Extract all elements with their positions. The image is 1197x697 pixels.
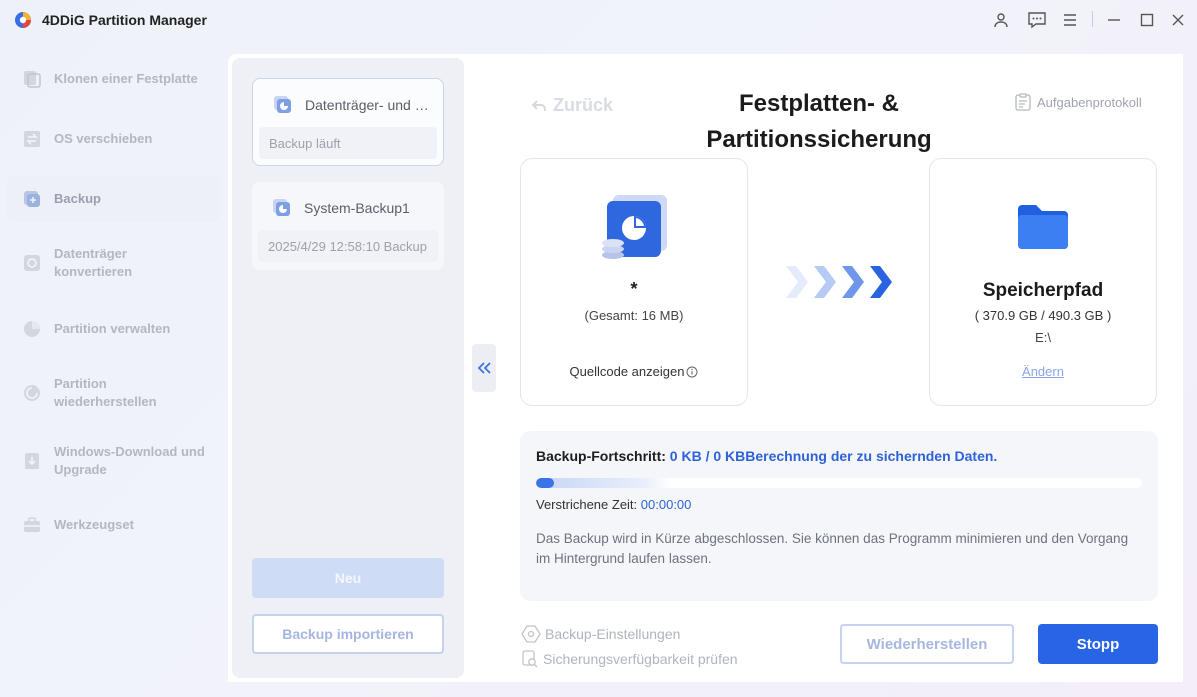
- elapsed-label: Verstrichene Zeit:: [536, 497, 638, 512]
- menu-icon[interactable]: [1060, 10, 1080, 30]
- progress-bar: [536, 478, 1142, 488]
- folder-icon: [1018, 205, 1068, 249]
- minimize-icon[interactable]: [1104, 10, 1124, 30]
- check-document-icon: [522, 650, 538, 668]
- nav-item-migrate-os[interactable]: OS verschieben: [6, 118, 220, 160]
- nav-item-clone-disk[interactable]: Klonen einer Festplatte: [6, 58, 220, 100]
- pie-icon: [24, 321, 40, 337]
- task-log-link[interactable]: Aufgabenprotokoll: [1014, 93, 1142, 111]
- disk-partition-icon: [602, 195, 667, 259]
- check-availability-link[interactable]: Sicherungsverfügbarkeit prüfen: [521, 650, 738, 668]
- nav-item-toolbox[interactable]: Werkzeugset: [6, 504, 220, 546]
- stop-button[interactable]: Stopp: [1038, 624, 1158, 664]
- source-card: * (Gesamt: 16 MB) Quellcode anzeigen: [520, 158, 748, 406]
- back-label: Zurück: [553, 95, 614, 115]
- titlebar-divider: [1092, 11, 1093, 27]
- windows-download-icon: [25, 453, 39, 469]
- backup-task-icon: [274, 96, 291, 113]
- backup-icon: [24, 191, 40, 207]
- progress-label: Backup-Fortschritt:: [536, 448, 666, 464]
- task-status: 2025/4/29 12:58:10 Backup: [258, 230, 438, 262]
- source-name: *: [630, 279, 638, 299]
- progress-bar-fill: [536, 478, 554, 488]
- nav-label: Datenträger konvertieren: [54, 246, 133, 279]
- backup-settings-link[interactable]: Backup-Einstellungen: [521, 625, 680, 643]
- destination-capacity: ( 370.9 GB / 490.3 GB ): [974, 308, 1112, 323]
- convert-disk-icon: [24, 255, 40, 271]
- nav-label: Backup: [54, 191, 101, 206]
- nav-item-convert-disk[interactable]: Datenträger konvertieren: [6, 238, 220, 288]
- app-logo-icon: [15, 12, 31, 28]
- info-icon: [686, 366, 698, 377]
- double-chevron-left-icon: [477, 362, 491, 374]
- restore-button[interactable]: Wiederherstellen: [840, 624, 1014, 664]
- back-arrow-icon: [531, 99, 546, 111]
- nav-label: Werkzeugset: [54, 517, 134, 532]
- task-card[interactable]: System-Backup1 2025/4/29 12:58:10 Backup: [252, 182, 444, 270]
- source-total: (Gesamt: 16 MB): [584, 308, 684, 323]
- task-log-label: Aufgabenprotokoll: [1037, 94, 1142, 110]
- nav-item-backup[interactable]: Backup: [6, 176, 220, 222]
- show-source-label: Quellcode anzeigen: [569, 364, 685, 379]
- check-availability-label: Sicherungsverfügbarkeit prüfen: [543, 651, 738, 667]
- elapsed-time: Verstrichene Zeit: 00:00:00: [536, 497, 691, 512]
- destination-title: Speicherpfad: [982, 280, 1104, 301]
- nav-label: Partition wiederherstellen: [54, 376, 157, 409]
- progress-line: Backup-Fortschritt: 0 KB / 0 KBBerechnun…: [536, 448, 997, 464]
- nav-label: Klonen einer Festplatte: [54, 71, 198, 86]
- nav-item-recover-partition[interactable]: Partition wiederherstellen: [6, 368, 220, 418]
- backup-settings-label: Backup-Einstellungen: [545, 626, 681, 642]
- elapsed-value: 00:00:00: [640, 497, 692, 512]
- nav-label: Windows-Download und Upgrade: [54, 444, 205, 477]
- recover-partition-icon: [24, 385, 40, 401]
- clipboard-icon: [1015, 93, 1031, 111]
- progress-bar-shimmer: [536, 478, 671, 488]
- nav-label: Partition verwalten: [54, 321, 171, 336]
- destination-card: Speicherpfad ( 370.9 GB / 490.3 GB ) E:\…: [929, 158, 1157, 406]
- destination-path: E:\: [1035, 330, 1051, 345]
- user-icon[interactable]: [991, 10, 1011, 30]
- change-destination-link[interactable]: Ändern: [930, 364, 1156, 379]
- show-source-link[interactable]: Quellcode anzeigen: [521, 364, 747, 379]
- nav-label: OS verschieben: [54, 131, 153, 146]
- nav-item-windows-download[interactable]: Windows-Download und Upgrade: [6, 436, 220, 486]
- migrate-os-icon: [24, 131, 40, 147]
- transfer-arrows-icon: [786, 266, 892, 298]
- backup-task-icon: [273, 199, 290, 216]
- maximize-icon[interactable]: [1137, 10, 1157, 30]
- import-backup-button[interactable]: Backup importieren: [252, 614, 444, 654]
- app-title: 4DDiG Partition Manager: [42, 12, 207, 28]
- progress-value: 0 KB / 0 KBBerechnung der zu sichernden …: [669, 448, 998, 464]
- back-button[interactable]: Zurück: [531, 95, 613, 116]
- nav-item-manage-partition[interactable]: Partition verwalten: [6, 308, 220, 350]
- settings-icon: [521, 625, 541, 643]
- toolbox-icon: [24, 517, 40, 532]
- progress-note: Das Backup wird in Kürze abgeschlossen. …: [536, 531, 1129, 566]
- collapse-panel-button[interactable]: [472, 344, 496, 392]
- clone-disk-icon: [24, 71, 41, 88]
- close-icon[interactable]: [1168, 10, 1188, 30]
- task-status: Backup läuft: [259, 127, 437, 159]
- feedback-icon[interactable]: [1027, 10, 1047, 30]
- title-bar: 4DDiG Partition Manager: [0, 0, 1197, 40]
- task-title: Datenträger- und Partitionssicherung: [305, 97, 433, 113]
- page-title: Festplatten- & Partitionssicherung: [706, 90, 932, 153]
- task-card-active[interactable]: Datenträger- und Partitionssicherung Bac…: [252, 78, 444, 166]
- progress-panel: Backup-Fortschritt: 0 KB / 0 KBBerechnun…: [520, 431, 1158, 601]
- task-title: System-Backup1: [304, 200, 410, 216]
- new-backup-button[interactable]: Neu: [252, 558, 444, 598]
